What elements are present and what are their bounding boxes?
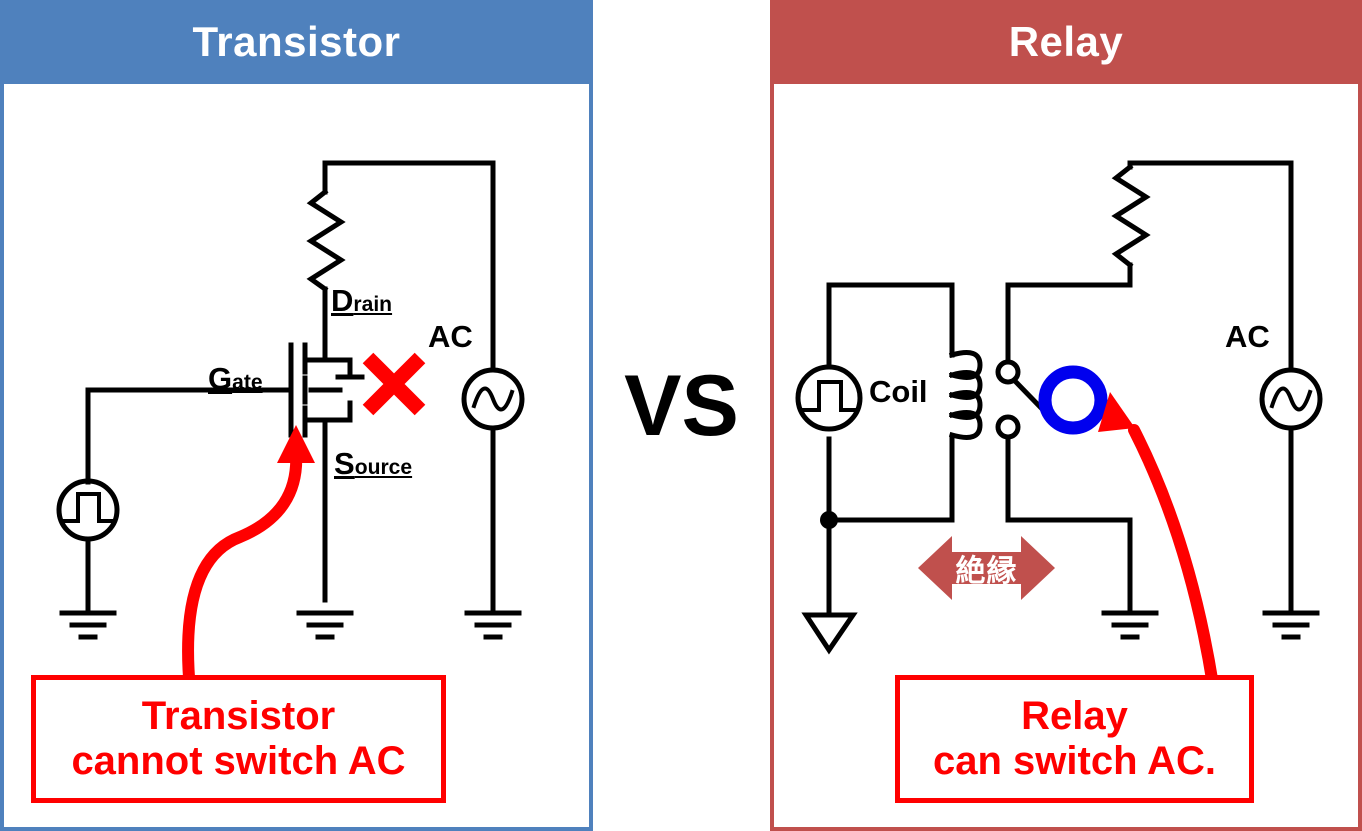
label-source: Source — [334, 448, 412, 479]
label-drain: Drain — [331, 285, 392, 316]
panel-relay-title: Relay — [1008, 18, 1124, 65]
label-ac-relay: AC — [1225, 319, 1270, 354]
label-gate: Gate — [208, 363, 263, 394]
vs-label: VS — [624, 357, 739, 454]
callout-relay-line2: can switch AC. — [932, 739, 1217, 783]
callout-relay: Relay can switch AC. — [895, 675, 1254, 803]
comparison-diagram: Transistor VS Relay Drain Gate Source AC… — [0, 0, 1362, 831]
label-coil: Coil — [869, 374, 928, 409]
callout-transistor-line1: Transistor — [141, 694, 336, 739]
panel-transistor-title: Transistor — [192, 18, 401, 65]
label-gate-lead: G — [208, 361, 233, 396]
label-gate-rest: ate — [232, 371, 263, 394]
isolation-badge: 絶縁 — [918, 535, 1055, 601]
label-source-lead: S — [334, 446, 355, 481]
label-ac-transistor: AC — [428, 319, 473, 354]
callout-transistor-line2: cannot switch AC — [71, 739, 406, 783]
panel-relay-header: Relay — [770, 0, 1362, 84]
isolation-label: 絶縁 — [955, 554, 1018, 589]
panel-transistor-header: Transistor — [0, 0, 593, 84]
vs-separator: VS — [593, 0, 770, 831]
callout-transistor: Transistor cannot switch AC — [31, 675, 446, 803]
label-source-rest: ource — [354, 456, 413, 479]
label-drain-lead: D — [331, 283, 354, 318]
callout-relay-line1: Relay — [1021, 694, 1128, 739]
label-drain-rest: rain — [353, 293, 393, 316]
